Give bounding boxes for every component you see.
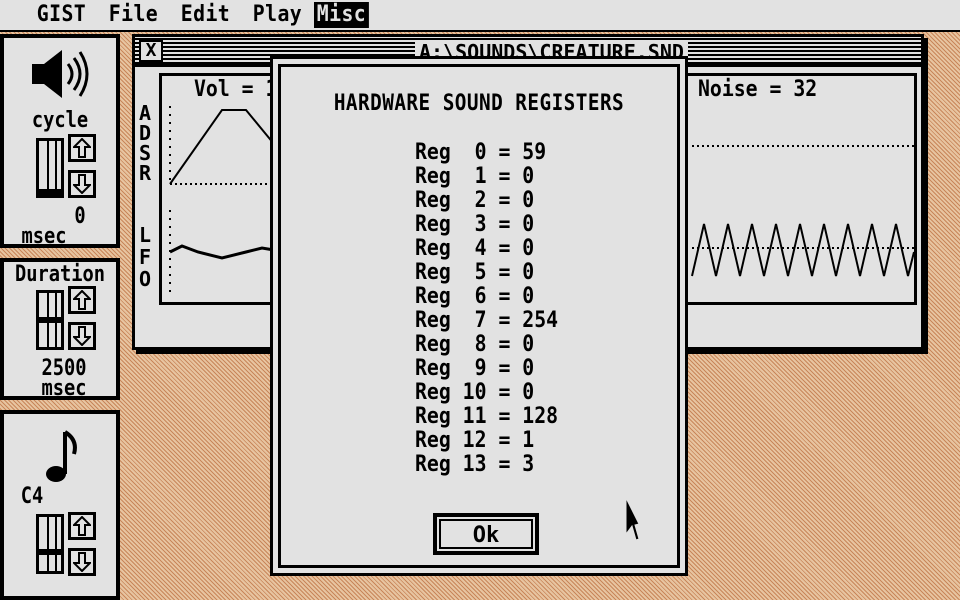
arrow-down-icon	[73, 552, 91, 572]
lfo-letter: F	[139, 245, 152, 269]
pitch-up-button[interactable]	[68, 512, 96, 540]
register-row: Reg 8 = 0	[415, 332, 535, 357]
register-row: Reg 10 = 0	[415, 380, 535, 405]
register-value: 0	[522, 188, 535, 213]
register-row: Reg 1 = 0	[415, 164, 535, 189]
music-note-icon	[44, 428, 80, 488]
register-label: Reg 12	[415, 428, 487, 453]
register-list: Reg 0 = 59 Reg 1 = 0 Reg 2 = 0 Reg 3 = 0…	[415, 141, 574, 477]
register-value: 0	[522, 284, 535, 309]
menu-gist[interactable]: GIST	[34, 2, 89, 28]
adsr-letter: S	[139, 141, 152, 165]
pitch-down-button[interactable]	[68, 548, 96, 576]
register-value: 0	[522, 380, 535, 405]
mouse-pointer-icon	[624, 496, 640, 546]
pitch-slider[interactable]	[36, 514, 64, 574]
register-value: 0	[522, 332, 535, 357]
pitch-slider-knob[interactable]	[39, 549, 61, 555]
close-icon[interactable]: X	[139, 40, 163, 62]
register-label: Reg 9	[415, 356, 487, 381]
register-label: Reg 2	[415, 188, 487, 213]
cycle-unit: msec	[21, 224, 67, 249]
duration-up-button[interactable]	[68, 286, 96, 314]
arrow-down-icon	[73, 326, 91, 346]
duration-unit: msec	[41, 376, 87, 401]
register-value: 59	[522, 140, 547, 165]
register-value: 3	[522, 452, 535, 477]
register-value: 254	[522, 308, 559, 333]
register-label: Reg 6	[415, 284, 487, 309]
register-label: Reg 3	[415, 212, 487, 237]
register-label: Reg 5	[415, 260, 487, 285]
cycle-panel: cycle 0 msec	[0, 34, 120, 248]
register-row: Reg 7 = 254	[415, 308, 559, 333]
register-label: Reg 4	[415, 236, 487, 261]
menu-play[interactable]: Play	[250, 2, 305, 28]
cycle-label: cycle	[31, 108, 89, 133]
register-label: Reg 10	[415, 380, 487, 405]
register-value: 0	[522, 260, 535, 285]
register-row: Reg 5 = 0	[415, 260, 535, 285]
ok-button[interactable]: Ok	[433, 513, 539, 555]
pitch-panel: C4	[0, 410, 120, 600]
arrow-up-icon	[73, 138, 91, 158]
cycle-slider[interactable]	[36, 138, 64, 198]
register-row: Reg 2 = 0	[415, 188, 535, 213]
register-value: 0	[522, 164, 535, 189]
register-row: Reg 13 = 3	[415, 452, 535, 477]
register-row: Reg 0 = 59	[415, 140, 547, 165]
cycle-down-button[interactable]	[68, 170, 96, 198]
adsr-letter: D	[139, 121, 152, 145]
register-row: Reg 6 = 0	[415, 284, 535, 309]
arrow-up-icon	[73, 516, 91, 536]
arrow-down-icon	[73, 174, 91, 194]
ok-button-label: Ok	[439, 519, 533, 549]
cycle-slider-knob[interactable]	[39, 189, 61, 195]
register-label: Reg 7	[415, 308, 487, 333]
register-value: 128	[522, 404, 559, 429]
menu-misc[interactable]: Misc	[314, 2, 369, 28]
register-label: Reg 0	[415, 140, 487, 165]
register-label: Reg 13	[415, 452, 487, 477]
menu-bar: GIST File Edit Play Misc	[0, 0, 960, 32]
register-value: 1	[522, 428, 535, 453]
register-label: Reg 11	[415, 404, 487, 429]
dialog-title: HARDWARE SOUND REGISTERS	[333, 91, 625, 116]
register-row: Reg 4 = 0	[415, 236, 535, 261]
menu-file[interactable]: File	[106, 2, 161, 28]
duration-slider-knob[interactable]	[39, 317, 61, 323]
register-row: Reg 9 = 0	[415, 356, 535, 381]
register-value: 0	[522, 356, 535, 381]
adsr-letter: A	[139, 101, 152, 125]
register-value: 0	[522, 212, 535, 237]
menu-edit[interactable]: Edit	[178, 2, 233, 28]
duration-slider[interactable]	[36, 290, 64, 350]
duration-panel: Duration 2500 msec	[0, 258, 120, 400]
register-value: 0	[522, 236, 535, 261]
register-label: Reg 8	[415, 332, 487, 357]
register-row: Reg 3 = 0	[415, 212, 535, 237]
pitch-label: C4	[20, 484, 44, 509]
lfo-letter: O	[139, 267, 152, 291]
lfo-letter: L	[139, 223, 152, 247]
register-row: Reg 12 = 1	[415, 428, 535, 453]
speaker-icon	[28, 48, 92, 104]
arrow-up-icon	[73, 290, 91, 310]
register-row: Reg 11 = 128	[415, 404, 559, 429]
duration-down-button[interactable]	[68, 322, 96, 350]
register-label: Reg 1	[415, 164, 487, 189]
cycle-up-button[interactable]	[68, 134, 96, 162]
adsr-letter: R	[139, 161, 152, 185]
duration-label: Duration	[14, 262, 106, 287]
